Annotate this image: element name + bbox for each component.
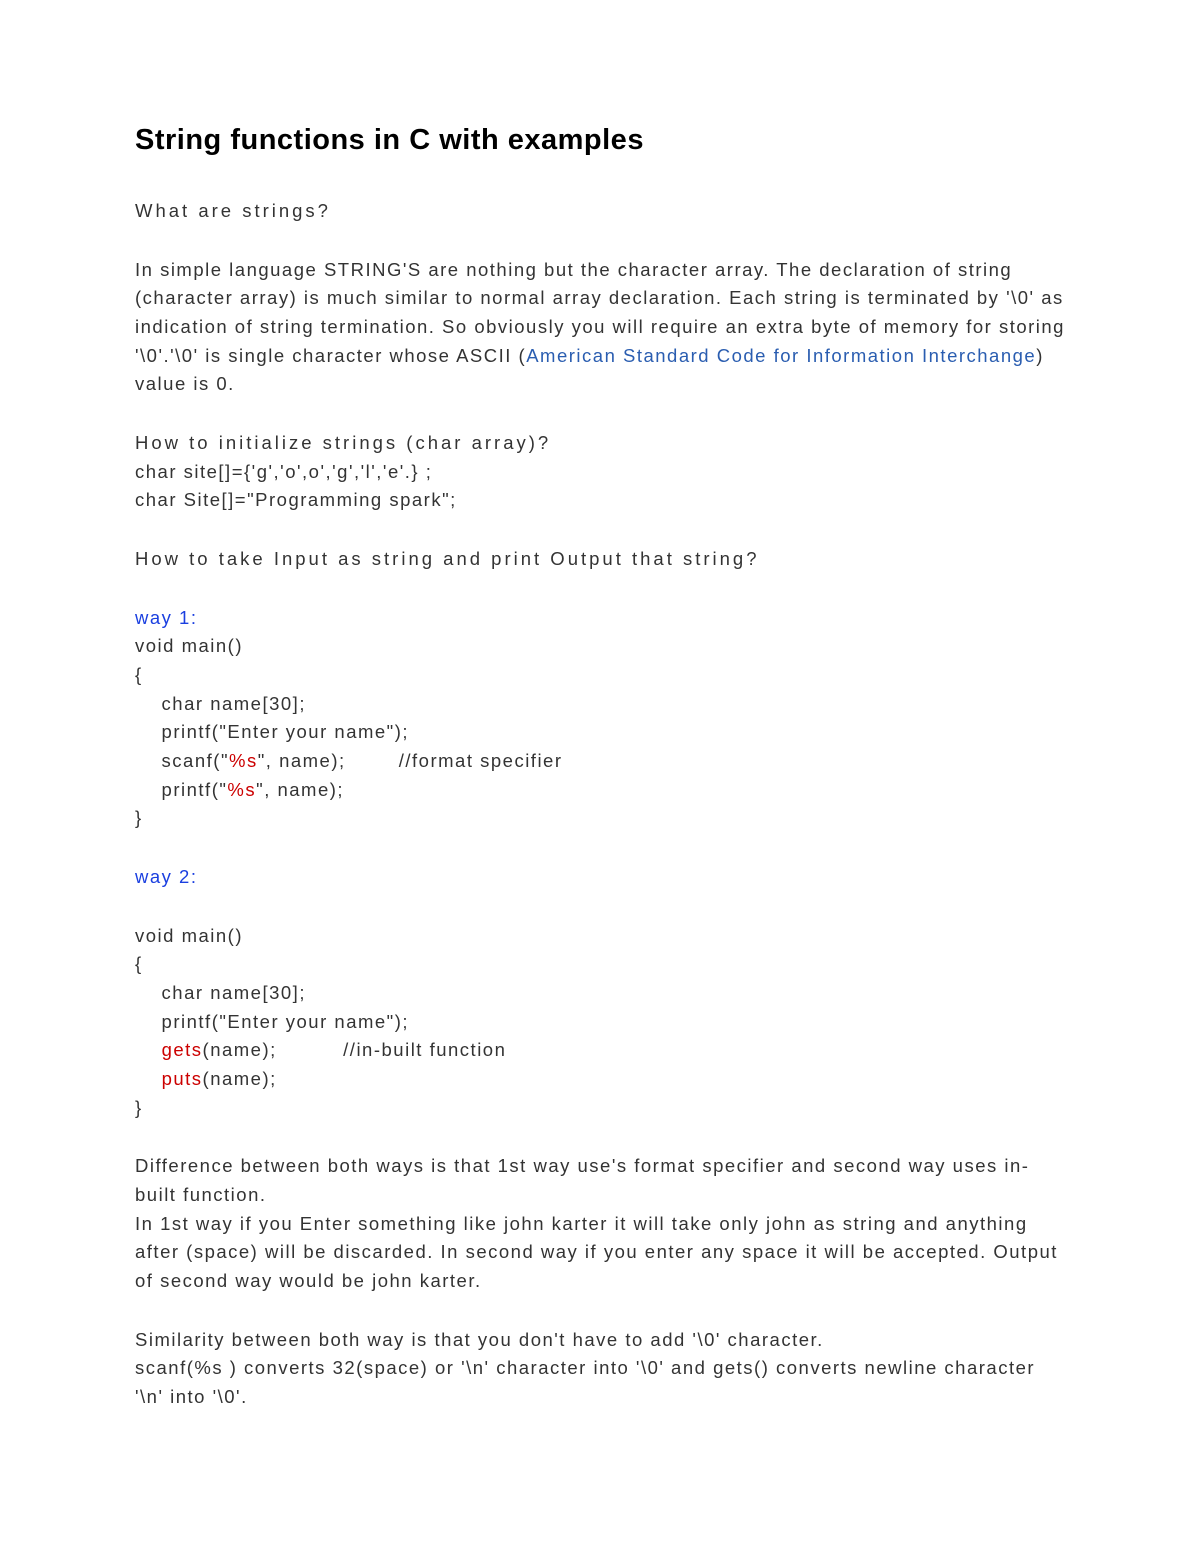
way2-label: way 2:: [135, 863, 1070, 892]
gets-function: gets: [162, 1039, 203, 1060]
way2-line: (name); //in-built function: [203, 1039, 507, 1060]
way1-line: scanf(": [135, 750, 229, 771]
ascii-link[interactable]: American Standard Code for Information I…: [526, 345, 1036, 366]
way1-line: printf("Enter your name");: [135, 721, 409, 742]
subheading-what-are-strings: What are strings?: [135, 197, 1070, 226]
way2-line: [135, 1068, 162, 1089]
way2-line: [135, 1039, 162, 1060]
way2-line: char name[30];: [135, 982, 306, 1003]
way1-line: }: [135, 807, 143, 828]
code-way-2: void main() { char name[30]; printf("Ent…: [135, 922, 1070, 1123]
init-code-line-2: char Site[]="Programming spark";: [135, 486, 1070, 515]
way1-line: ", name); //format specifier: [258, 750, 563, 771]
format-specifier: %s: [229, 750, 258, 771]
way1-line: {: [135, 664, 143, 685]
way2-line: {: [135, 953, 143, 974]
similarity-paragraph: Similarity between both way is that you …: [135, 1326, 1070, 1412]
page-title: String functions in C with examples: [135, 118, 1070, 163]
format-specifier: %s: [227, 779, 256, 800]
puts-function: puts: [162, 1068, 203, 1089]
way1-line: printf(": [135, 779, 227, 800]
way1-label: way 1:: [135, 607, 197, 628]
way2-line: void main(): [135, 925, 243, 946]
initialize-block: How to initialize strings (char array)? …: [135, 429, 1070, 515]
init-code-line-1: char site[]={'g','o',o','g','l','e'.} ;: [135, 458, 1070, 487]
way2-line: printf("Enter your name");: [135, 1011, 409, 1032]
io-heading: How to take Input as string and print Ou…: [135, 545, 1070, 574]
way1-line: ", name);: [256, 779, 344, 800]
document-page: String functions in C with examples What…: [0, 0, 1200, 1542]
way2-line: }: [135, 1097, 143, 1118]
code-way-1: way 1: void main() { char name[30]; prin…: [135, 604, 1070, 833]
way1-line: char name[30];: [135, 693, 306, 714]
intro-paragraph: In simple language STRING'S are nothing …: [135, 256, 1070, 399]
difference-paragraph: Difference between both ways is that 1st…: [135, 1152, 1070, 1295]
way1-line: void main(): [135, 635, 243, 656]
way2-line: (name);: [203, 1068, 277, 1089]
initialize-heading: How to initialize strings (char array)?: [135, 429, 1070, 458]
